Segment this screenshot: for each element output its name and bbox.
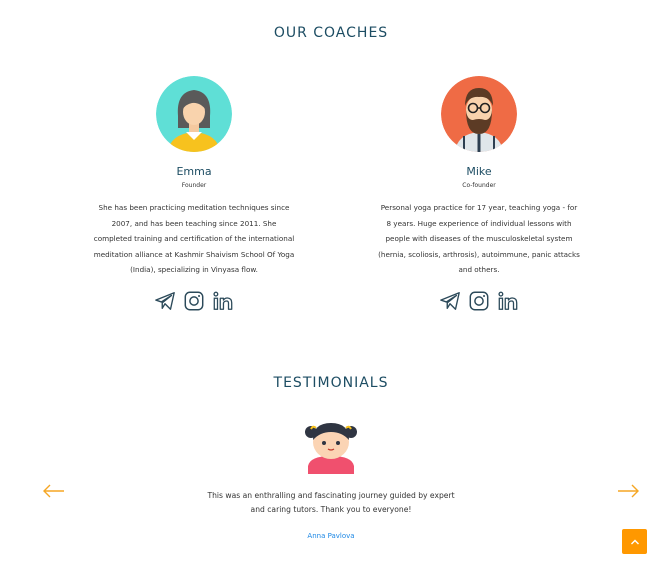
coach-card-emma: Emma Founder She has been practicing med… [89,76,299,312]
coach-name: Mike [466,165,492,178]
telegram-icon[interactable] [439,290,461,312]
previous-arrow-icon[interactable] [43,484,65,498]
chevron-up-icon [630,539,639,544]
linkedin-icon[interactable] [212,290,234,312]
telegram-icon[interactable] [154,290,176,312]
instagram-icon[interactable] [183,290,205,312]
next-arrow-icon[interactable] [617,484,639,498]
testimonial-author[interactable]: Anna Pavlova [0,532,662,540]
testimonial-avatar [305,423,357,474]
social-links [374,290,584,312]
instagram-icon[interactable] [468,290,490,312]
linkedin-icon[interactable] [497,290,519,312]
scroll-to-top-button[interactable] [622,529,647,554]
coach-name: Emma [176,165,212,178]
coach-role: Co-founder [462,182,496,189]
coach-bio: Personal yoga practice for 17 year, teac… [378,203,580,274]
social-links [89,290,299,312]
avatar [156,76,232,152]
coach-card-mike: Mike Co-founder Personal yoga practice f… [374,76,584,312]
testimonials-title: TESTIMONIALS [273,375,389,391]
avatar [441,76,517,152]
coaches-title: OUR COACHES [273,25,389,41]
coach-role: Founder [181,182,207,189]
testimonial-quote: This was an enthralling and fascinating … [207,491,455,514]
coach-bio: She has been practicing meditation techn… [93,203,295,274]
